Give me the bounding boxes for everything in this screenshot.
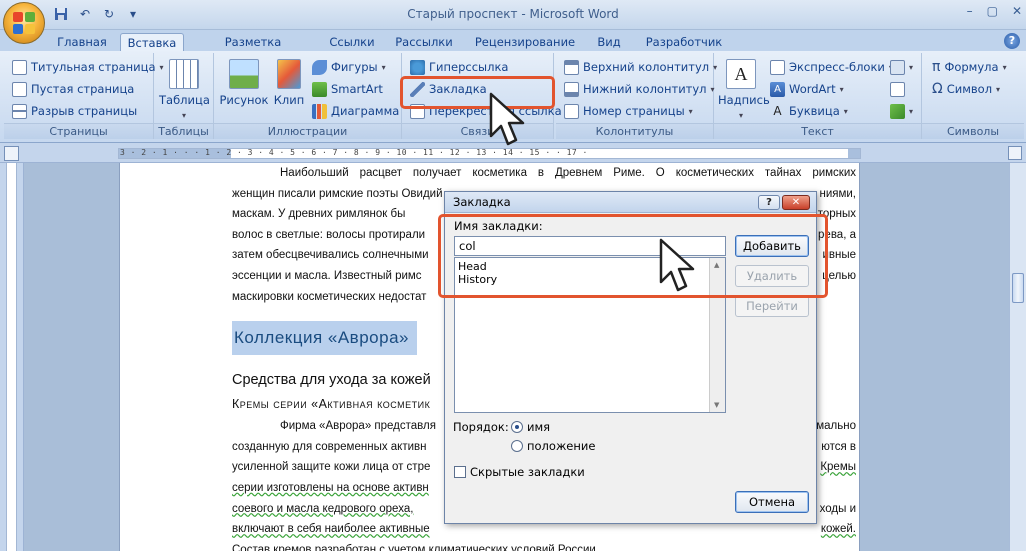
help-icon[interactable]: ? [1004, 33, 1020, 49]
close-window-button[interactable]: ✕ [1012, 4, 1022, 18]
dialog-name-highlight-frame [438, 214, 828, 298]
bookmark-highlight-frame [400, 76, 555, 109]
sort-by-position-radio[interactable] [511, 440, 523, 452]
sort-by-name-label: имя [527, 420, 551, 434]
tab-review[interactable]: Рецензирование [470, 33, 580, 52]
scroll-thumb[interactable] [1012, 273, 1024, 303]
cover-page-icon [12, 59, 27, 75]
header-icon [564, 59, 579, 75]
group-pages: Титульная страница ▾ Пустая страница Разр… [4, 53, 164, 139]
picture-button[interactable]: Рисунок [218, 59, 270, 107]
quick-parts-icon [770, 59, 785, 75]
minimize-button[interactable]: – [967, 4, 973, 18]
dialog-close-button[interactable]: ✕ [782, 195, 810, 210]
group-text: A Надпись▾ Экспресс-блоки▾ A WordArt▾ A … [714, 53, 922, 139]
cover-page-button[interactable]: Титульная страница ▾ [12, 57, 164, 77]
footer-icon [564, 81, 579, 97]
wordart-button[interactable]: A WordArt ▾ [770, 79, 844, 99]
hidden-bookmarks-label: Скрытые закладки [470, 465, 585, 479]
group-label-tables: Таблицы [154, 123, 213, 139]
group-label-links: Связи [402, 123, 553, 139]
chart-button[interactable]: Диаграмма [312, 101, 399, 121]
tab-view[interactable]: Вид [592, 33, 626, 52]
header-button[interactable]: Верхний колонтитул ▾ [564, 57, 717, 77]
title-bar: ↶ ↻ ▾ Старый проспект - Microsoft Word –… [0, 0, 1026, 30]
hyperlink-button[interactable]: Гиперссылка [410, 57, 508, 77]
sort-by-position-label: положение [527, 439, 596, 453]
window-title: Старый проспект - Microsoft Word [407, 7, 619, 21]
group-label-text: Текст [714, 123, 921, 139]
blank-page-button[interactable]: Пустая страница [12, 79, 134, 99]
tab-insert[interactable]: Вставка [120, 33, 184, 52]
goto-bookmark-button[interactable]: Перейти [735, 295, 809, 317]
blank-page-icon [12, 81, 27, 97]
office-button[interactable] [3, 2, 45, 44]
hyperlink-icon [410, 59, 425, 75]
ribbon-tabs: Главная Вставка Разметка страницы Ссылки… [0, 30, 1026, 67]
group-symbols: π Формула ▾ Ω Символ ▾ Символы [922, 53, 1024, 139]
dialog-help-button[interactable]: ? [758, 195, 780, 210]
group-header-footer: Верхний колонтитул ▾ Нижний колонтитул ▾ Н… [556, 53, 717, 139]
picture-icon [229, 59, 259, 89]
signature-line-icon[interactable]: ▾ [890, 57, 913, 77]
sort-by-name-radio[interactable] [511, 421, 523, 433]
maximize-button[interactable]: ▢ [987, 4, 998, 18]
page-break-button[interactable]: Разрыв страницы [12, 101, 137, 121]
group-label-symbols: Символы [922, 123, 1024, 139]
textbox-icon: A [726, 59, 756, 89]
footer-button[interactable]: Нижний колонтитул ▾ [564, 79, 715, 99]
hidden-bookmarks-checkbox[interactable] [454, 466, 466, 478]
tab-references[interactable]: Ссылки [326, 33, 378, 52]
tab-developer[interactable]: Разработчик [638, 33, 730, 52]
dropcap-icon: A [773, 103, 782, 118]
tab-page-layout[interactable]: Разметка страницы [194, 33, 312, 67]
office-logo-icon [13, 12, 35, 34]
smartart-button[interactable]: SmartArt [312, 79, 383, 99]
view-ruler-icon[interactable] [1008, 146, 1022, 160]
dialog-title-bar: Закладка ? ✕ [445, 192, 816, 213]
pi-icon: π [932, 59, 941, 75]
clip-button[interactable]: Клип [272, 59, 306, 107]
page-break-icon [12, 103, 27, 119]
table-icon [169, 59, 199, 89]
group-illustrations: Рисунок Клип Фигуры ▾ SmartArt Диаграмма … [214, 53, 402, 139]
quick-parts-button[interactable]: Экспресс-блоки▾ [770, 57, 893, 77]
shapes-button[interactable]: Фигуры ▾ [312, 57, 386, 77]
formula-button[interactable]: π Формула ▾ [932, 57, 1007, 77]
tab-home[interactable]: Главная [55, 33, 109, 52]
dropcap-button[interactable]: A Буквица ▾ [770, 101, 847, 121]
shapes-icon [312, 59, 327, 75]
textbox-button[interactable]: A Надпись ▾ [718, 59, 770, 121]
date-time-icon[interactable] [890, 79, 905, 99]
scroll-down-icon[interactable]: ▼ [714, 401, 719, 409]
smartart-icon [312, 81, 327, 97]
page-number-button[interactable]: Номер страницы ▾ [564, 101, 693, 121]
omega-icon: Ω [932, 81, 943, 97]
tab-selector-icon[interactable] [4, 146, 19, 161]
mouse-cursor-icon [659, 238, 695, 292]
group-label-illustrations: Иллюстрации [214, 123, 401, 139]
ruler-ticks: 3 · 2 · 1 · · · 1 · 2 · 3 · 4 · 5 · 6 · … [120, 148, 588, 157]
vertical-scrollbar[interactable] [1009, 163, 1026, 551]
heading-collection: Коллекция «Аврора» [232, 321, 417, 356]
group-label-pages: Страницы [4, 123, 153, 139]
mouse-cursor-icon [489, 92, 525, 146]
group-label-header-footer: Колонтитулы [556, 123, 713, 139]
sort-order-label: Порядок: [453, 420, 509, 434]
clipart-icon [277, 59, 301, 89]
dialog-title: Закладка [453, 195, 511, 209]
group-tables: Таблица ▾ Таблицы [154, 53, 214, 139]
object-icon[interactable]: ▾ [890, 101, 913, 121]
chart-icon [312, 103, 327, 119]
page-number-icon [564, 103, 579, 119]
table-button[interactable]: Таблица ▾ [159, 59, 210, 121]
cancel-button[interactable]: Отмена [735, 491, 809, 513]
wordart-icon: A [770, 81, 785, 97]
symbol-button[interactable]: Ω Символ ▾ [932, 79, 1000, 99]
vertical-ruler [0, 163, 24, 551]
tab-mailings[interactable]: Рассылки [392, 33, 456, 52]
